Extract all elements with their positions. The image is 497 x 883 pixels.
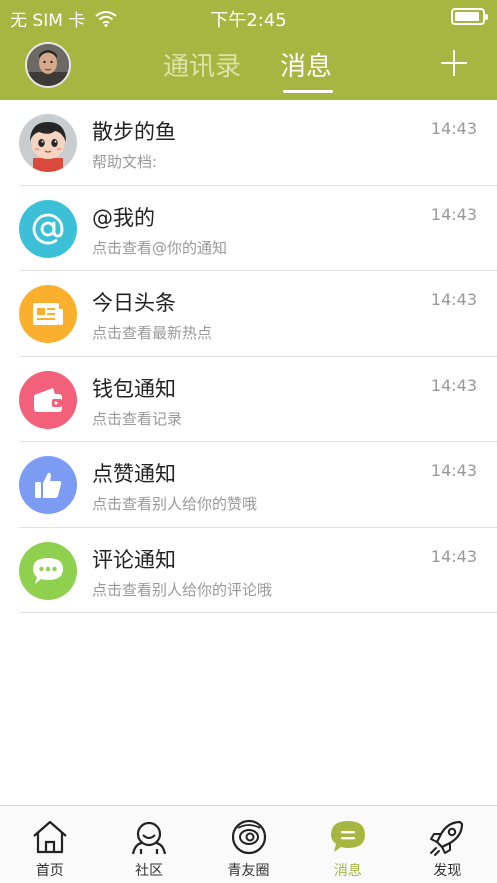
bottom-nav: 首页 社区 青友圈 消息 发现 xyxy=(0,805,497,883)
nav-label: 青友圈 xyxy=(227,863,270,879)
wallet-icon xyxy=(19,370,77,429)
list-item[interactable]: 评论通知 点击查看别人给你的评论哦 14:43 xyxy=(0,528,497,613)
header-tabs: 通讯录 消息 xyxy=(0,46,497,96)
active-tab-indicator xyxy=(283,90,333,93)
friends-circle-icon xyxy=(231,819,266,855)
item-subtitle: 点击查看别人给你的赞哦 xyxy=(92,495,258,513)
item-time: 14:43 xyxy=(430,204,477,224)
nav-label: 首页 xyxy=(35,863,64,879)
item-subtitle: 点击查看别人给你的评论哦 xyxy=(92,580,273,599)
item-title: 评论通知 xyxy=(92,547,176,572)
message-list: 散步的鱼 帮助文档: 14:43 @我的 点击查看@你的通知 14:43 今日头… xyxy=(0,100,497,613)
nav-item-discover[interactable]: 发现 xyxy=(398,806,497,883)
list-item[interactable]: 点赞通知 点击查看别人给你的赞哦 14:43 xyxy=(0,442,497,528)
rocket-icon xyxy=(430,820,464,856)
item-time: 14:43 xyxy=(430,546,477,566)
item-subtitle: 帮助文档: xyxy=(92,153,158,171)
item-time: 14:43 xyxy=(430,461,477,480)
item-time: 14:43 xyxy=(430,119,477,138)
home-icon xyxy=(32,820,67,854)
list-item[interactable]: 今日头条 点击查看最新热点 14:43 xyxy=(0,271,497,357)
message-icon xyxy=(330,821,365,852)
item-title: 今日头条 xyxy=(92,291,176,315)
item-time: 14:43 xyxy=(430,375,477,395)
newspaper-icon xyxy=(19,285,77,343)
item-title: 散步的鱼 xyxy=(92,120,176,144)
tab-contacts[interactable]: 通讯录 xyxy=(163,46,241,83)
plus-icon[interactable] xyxy=(441,50,467,76)
at-icon xyxy=(19,199,77,258)
item-subtitle: 点击查看@你的通知 xyxy=(92,238,228,257)
nav-label: 社区 xyxy=(135,863,164,879)
status-time: 下午2:45 xyxy=(210,10,287,31)
chat-bubble-icon xyxy=(19,541,77,600)
cartoon-avatar-icon xyxy=(19,114,77,172)
nav-item-friends-circle[interactable]: 青友圈 xyxy=(199,806,298,883)
status-bar: 无 SIM 卡 下午2:45 xyxy=(0,0,497,34)
nav-item-messages[interactable]: 消息 xyxy=(298,806,397,883)
nav-label: 消息 xyxy=(333,863,362,879)
top-bar: 无 SIM 卡 下午2:45 通讯录 消息 xyxy=(0,0,497,100)
item-subtitle: 点击查看最新热点 xyxy=(92,324,213,342)
list-item[interactable]: 钱包通知 点击查看记录 14:43 xyxy=(0,357,497,442)
nav-item-home[interactable]: 首页 xyxy=(0,806,99,883)
list-item[interactable]: @我的 点击查看@你的通知 14:43 xyxy=(0,186,497,271)
item-title: 钱包通知 xyxy=(92,376,176,401)
thumbs-up-icon xyxy=(19,456,77,514)
list-item[interactable]: 散步的鱼 帮助文档: 14:43 xyxy=(0,100,497,186)
tab-messages[interactable]: 消息 xyxy=(280,46,332,83)
item-time: 14:43 xyxy=(430,290,477,309)
divider xyxy=(19,612,497,613)
battery-icon xyxy=(451,8,488,25)
item-title: @我的 xyxy=(92,205,155,230)
item-title: 点赞通知 xyxy=(92,462,176,486)
community-icon xyxy=(132,821,167,855)
nav-item-community[interactable]: 社区 xyxy=(99,806,198,883)
nav-label: 发现 xyxy=(433,863,462,879)
item-subtitle: 点击查看记录 xyxy=(92,409,183,428)
